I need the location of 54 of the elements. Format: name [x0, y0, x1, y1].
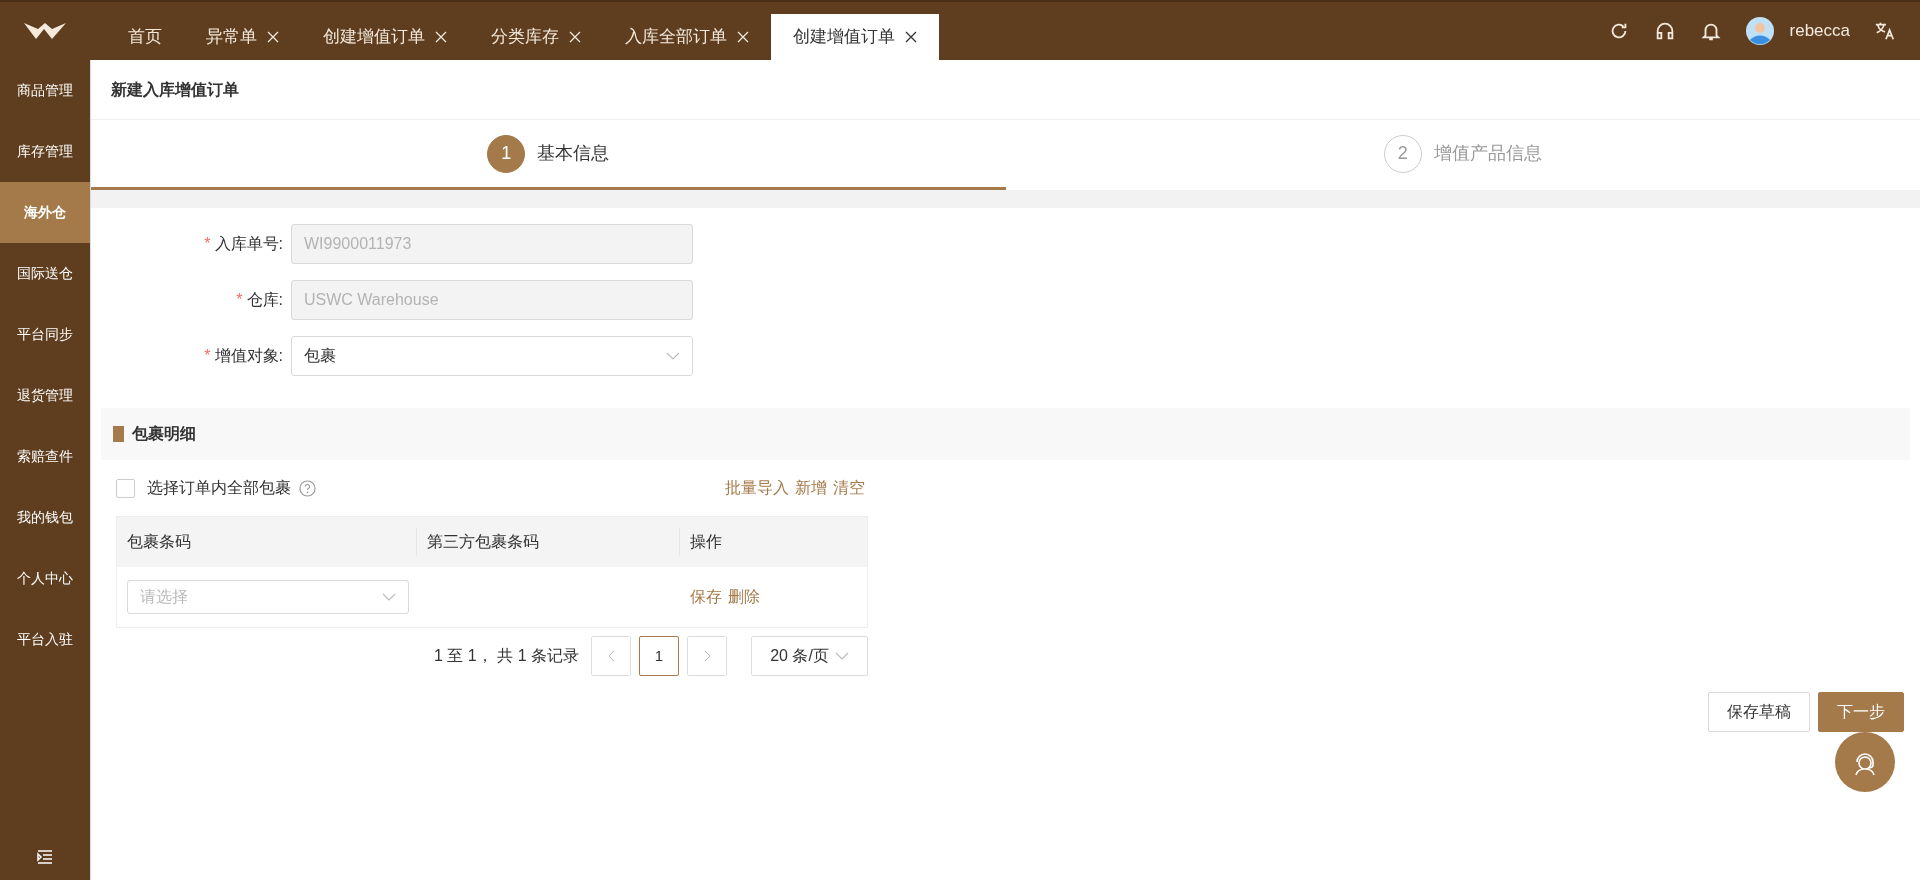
close-icon[interactable] — [905, 31, 917, 43]
action-link[interactable]: 清空 — [830, 476, 868, 500]
menu-collapse-icon[interactable] — [37, 850, 53, 864]
step-number: 1 — [487, 134, 526, 173]
step-label: 基本信息 — [537, 142, 610, 165]
select-field[interactable]: 包裹 — [291, 336, 693, 376]
page-button[interactable]: 1 — [639, 636, 679, 676]
avatar-icon[interactable] — [1745, 17, 1774, 45]
sidebar-item[interactable]: 退货管理 — [0, 365, 90, 426]
sidebar-item[interactable]: 平台同步 — [0, 304, 90, 365]
page-title: 新建入库增值订单 — [111, 79, 239, 100]
sidebar-item[interactable]: 库存管理 — [0, 121, 90, 182]
tab[interactable]: 分类库存 — [469, 14, 603, 60]
section-title: 包裹明细 — [132, 424, 196, 444]
field-label: * 仓库: — [236, 291, 283, 308]
column-header: 第三方包裹条码 — [427, 532, 539, 552]
dropdown-caret-icon — [834, 652, 849, 660]
help-icon[interactable] — [299, 479, 316, 497]
sidebar-item[interactable]: 国际送仓 — [0, 243, 90, 304]
row-action-link[interactable]: 保存 — [690, 585, 725, 609]
pagination-summary: 1 至 1， 共 1 条记录 — [434, 646, 579, 666]
chevron-right-icon — [703, 650, 711, 662]
next-button[interactable]: 下一步 — [1818, 692, 1904, 732]
tab[interactable]: 创建增值订单 — [301, 14, 469, 60]
checkbox-label[interactable]: 选择订单内全部包裹 — [147, 476, 291, 500]
column-header: 操作 — [690, 533, 722, 550]
action-link[interactable]: 批量导入 — [722, 476, 792, 500]
sidebar-item[interactable]: 海外仓 — [0, 182, 90, 243]
action-link[interactable]: 新增 — [792, 476, 830, 500]
logo-icon — [22, 21, 68, 41]
row-action-link[interactable]: 删除 — [725, 585, 763, 609]
sidebar-item[interactable]: 平台入驻 — [0, 609, 90, 670]
tab[interactable]: 异常单 — [184, 14, 301, 60]
checkbox[interactable] — [116, 478, 135, 498]
bookmark-icon — [113, 426, 124, 442]
field-label: * 增值对象: — [204, 347, 283, 364]
dropdown-caret-icon — [382, 593, 396, 601]
support-agent-button[interactable] — [1835, 732, 1895, 792]
dropdown-caret-icon — [666, 352, 680, 360]
field-label: * 入库单号: — [204, 235, 283, 252]
save-draft-button[interactable]: 保存草稿 — [1708, 692, 1810, 732]
translate-icon[interactable] — [1874, 20, 1896, 42]
sidebar-item[interactable]: 我的钱包 — [0, 487, 90, 548]
chevron-left-icon — [607, 650, 615, 662]
sidebar-item[interactable]: 索赔查件 — [0, 426, 90, 487]
tab[interactable]: 首页 — [106, 14, 184, 60]
page-size-select[interactable]: 20 条/页 — [751, 636, 868, 676]
user-name[interactable]: rebecca — [1789, 18, 1850, 44]
sidebar-item[interactable]: 商品管理 — [0, 60, 90, 121]
tab[interactable]: 创建增值订单 — [771, 14, 939, 60]
column-header: 包裹条码 — [127, 532, 191, 552]
step-label: 增值产品信息 — [1433, 142, 1542, 165]
tab[interactable]: 入库全部订单 — [603, 14, 771, 60]
sidebar-item[interactable]: 个人中心 — [0, 548, 90, 609]
